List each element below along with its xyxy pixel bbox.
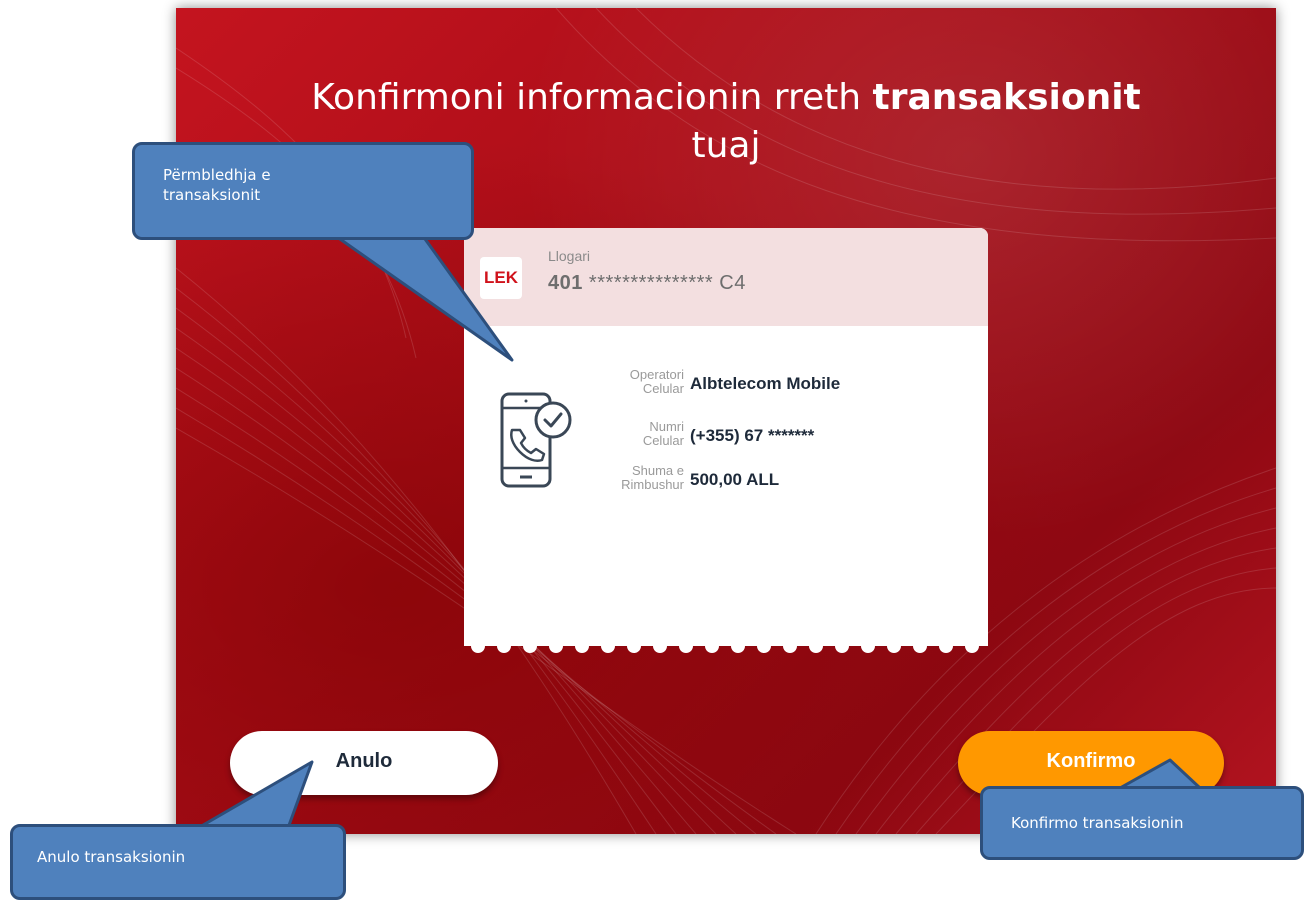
detail-row-phone-number: Numri Celular (+355) 67 ******* [584,420,984,456]
account-number: 401 *************** C4 [548,272,746,295]
detail-value: 500,00 ALL [690,470,780,489]
detail-label: Operatori Celular [630,368,684,396]
callout-cancel: Anulo transaksionin [10,824,346,900]
account-header: LEK Llogari 401 *************** C4 [464,228,988,326]
detail-row-operator: Operatori Celular Albtelecom Mobile [584,368,984,404]
detail-label-line1: Shuma e [631,463,684,478]
receipt-torn-edge [464,638,988,653]
title-text-line2: tuaj [691,125,761,166]
callout-summary: Përmbledhja e transaksionit [132,142,474,240]
detail-value: Albtelecom Mobile [690,374,841,393]
detail-label: Numri Celular [643,420,684,448]
detail-label-line2: Celular [642,381,684,396]
account-number-suffix: C4 [719,272,746,294]
detail-label: Shuma e Rimbushur [621,464,684,492]
cancel-button[interactable]: Anulo [230,731,498,795]
detail-label-line1: Operatori [629,367,684,382]
detail-label-line2: Rimbushur [621,477,684,492]
title-bold-text: transaksionit [872,77,1141,118]
callout-summary-text: Përmbledhja e transaksionit [163,166,271,204]
callout-confirm: Konfirmo transaksionin [980,786,1304,860]
callout-cancel-text: Anulo transaksionin [37,848,186,866]
callout-confirm-text: Konfirmo transaksionin [1011,814,1184,832]
atm-screen: Konfirmoni informacionin rreth transaksi… [176,8,1276,834]
detail-value: (+355) 67 ******* [690,426,815,445]
account-number-prefix: 401 [548,272,583,294]
detail-label-line2: Celular [642,433,684,448]
account-number-mask: *************** [582,272,720,294]
title-text: Konfirmoni informacionin rreth [311,77,862,118]
detail-label-line1: Numri [649,419,684,434]
account-label: Llogari [548,248,591,264]
phone-check-icon [500,392,572,488]
currency-badge: LEK [480,257,522,299]
transaction-summary-receipt: LEK Llogari 401 *************** C4 Opera… [464,228,988,653]
detail-row-amount: Shuma e Rimbushur 500,00 ALL [584,464,984,500]
